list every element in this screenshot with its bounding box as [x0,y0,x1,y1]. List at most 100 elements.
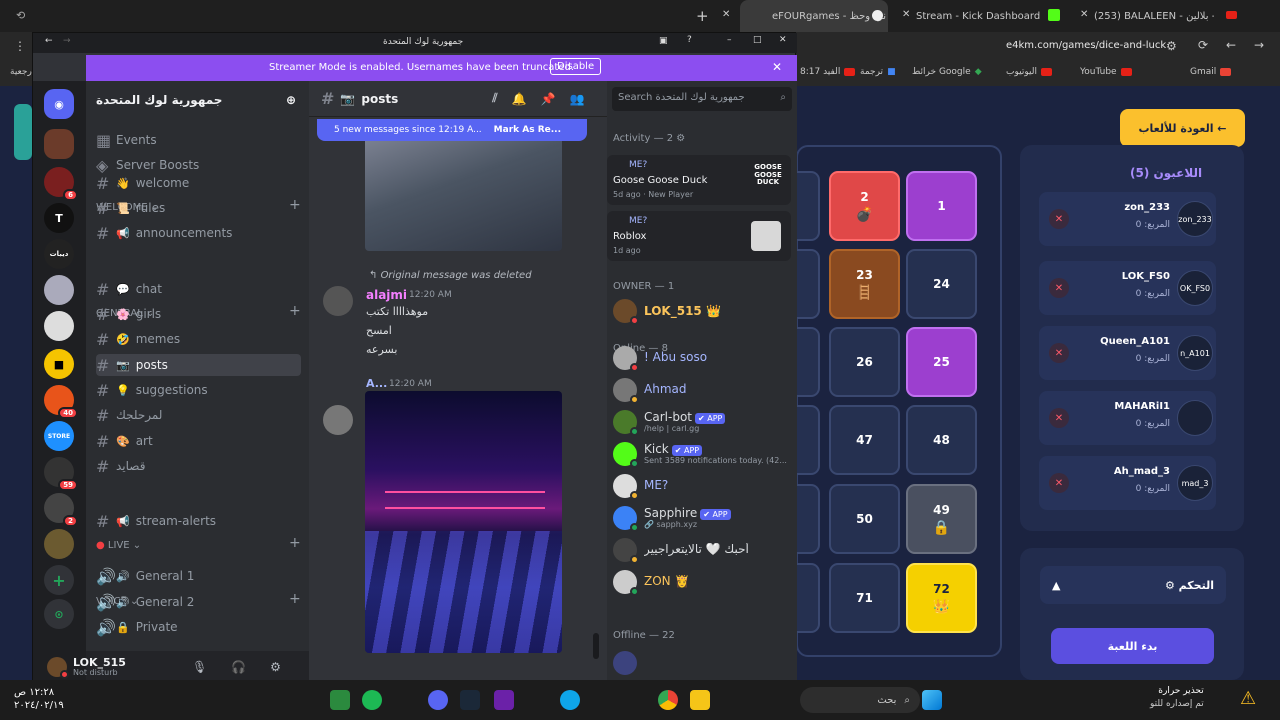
offline-member[interactable] [613,648,791,678]
tab-kick-dashboard[interactable]: Stream - Kick Dashboard [916,0,1056,32]
member-item[interactable]: Kick ✔ APP Sent 3589 notifications today. … [613,439,791,469]
server-header[interactable]: جمهورية لوك المتحدة ⊕ [96,93,296,107]
menu-dots-icon[interactable]: ⋮ [14,39,26,53]
server-icon[interactable] [44,529,74,559]
clock[interactable]: ١٢:٢٨ ص ٢٠٢٤/٠٢/١٩ [14,686,64,712]
server-icon[interactable] [44,129,74,159]
folder-icon[interactable] [690,690,710,710]
reload-icon[interactable]: ⟳ [1198,38,1208,52]
remove-player-icon[interactable]: ✕ [1049,408,1069,428]
steam-icon[interactable] [460,690,480,710]
bookmark-gmail[interactable]: Gmail [1190,67,1232,77]
maximize-button[interactable]: □ [753,35,762,45]
explore-servers-icon[interactable]: ⊙ [44,599,74,629]
bookmark-youtube[interactable]: YouTube [1080,67,1132,77]
windows-start-icon[interactable] [922,690,942,710]
bookmark-youtube-ar[interactable]: اليوتيوب [1006,67,1052,77]
member-item[interactable]: أحبك 🤍 تالايتعراجيير [613,535,791,565]
url-text[interactable]: e4km.com/games/dice-and-luck [1006,40,1166,51]
channel-item[interactable]: 🔊 🔊 General 2 [96,591,301,613]
discord-icon[interactable] [428,690,448,710]
server-icon[interactable]: ■ [44,349,74,379]
channel-item[interactable]: # قصايد [96,455,301,477]
remove-player-icon[interactable]: ✕ [1049,209,1069,229]
member-item[interactable]: Carl-bot ✔ APP/help | carl.gg [613,407,791,437]
channel-item[interactable]: # 💬 chat [96,278,301,300]
server-icon[interactable]: ديبات [44,239,74,269]
forward-arrow-icon[interactable]: → [1254,38,1264,52]
server-icon[interactable]: T [44,203,74,233]
channel-item[interactable]: # لمرحلجك [96,404,301,426]
channel-item[interactable]: # 💡 suggestions [96,379,301,401]
close-tab-icon[interactable]: ✕ [902,9,910,20]
message-author[interactable]: A... [366,377,387,390]
channel-item[interactable]: # 📢 announcements [96,222,301,244]
taskbar-search[interactable]: بحث ⌕ [800,687,920,713]
close-banner-icon[interactable]: ✕ [772,60,782,74]
disable-button[interactable]: Disable [550,58,602,75]
channel-item[interactable]: # 🤣 memes [96,328,301,350]
channel-item[interactable]: # 📢 stream-alerts [96,510,301,532]
channel-item[interactable]: 🔊 🔊 General 1 [96,565,301,587]
heat-warning-notification[interactable]: تحذير حرارة تم إصداره للتو [1150,685,1204,710]
server-icon[interactable]: STORE [44,421,74,451]
back-arrow-icon[interactable]: ← [1226,38,1236,52]
mic-icon[interactable]: 🎙 [192,660,207,674]
close-tab-icon[interactable]: ✕ [722,9,730,20]
pool-image[interactable] [365,141,562,251]
channel-item[interactable]: # 🎨 art [96,430,301,452]
close-window-button[interactable]: ✕ [779,35,787,45]
settings-gear-icon[interactable]: ⚙ [270,660,281,674]
channel-item[interactable]: # 👋 welcome [96,172,301,194]
close-tab-icon[interactable]: ✕ [1080,9,1088,20]
search-box[interactable]: Search جمهورية لوك المتحدة ⌕ [612,87,792,111]
start-game-button[interactable]: بدء اللعبة [1051,628,1214,664]
member-item[interactable]: ZON 👸 [613,567,791,597]
inbox-icon[interactable]: ▣ [659,36,668,46]
app-icon[interactable] [330,690,350,710]
remove-player-icon[interactable]: ✕ [1049,473,1069,493]
member-item[interactable]: Ahmad [613,375,791,405]
back-to-games-button[interactable]: العودة للألعاب ← [1120,109,1245,147]
tab-balaleen[interactable]: (253) BALALEEN - بلالين - BLVXB [1094,0,1214,32]
threads-icon[interactable]: ⫽ [492,91,497,106]
bookmark-maps[interactable]: خرائط Google ◆ [912,67,982,77]
new-tab-button[interactable]: + [696,7,709,25]
minimize-button[interactable]: – [727,35,732,45]
spotify-icon[interactable] [362,690,382,710]
mark-as-read[interactable]: Mark As Re... [494,125,561,135]
bell-icon[interactable]: 🔔 [512,92,527,106]
control-toggle[interactable]: ▲ ⚙ التحكم [1040,566,1226,604]
pin-icon[interactable]: 📌 [541,92,556,106]
author-avatar[interactable] [323,405,353,435]
remove-player-icon[interactable]: ✕ [1049,343,1069,363]
server-icon[interactable] [44,311,74,341]
member-item[interactable]: Sapphire ✔ APP 🔗 sapph.xyz [613,503,791,533]
back-icon[interactable]: ← [45,36,53,46]
channel-item[interactable]: # 🌸 girls [96,303,301,325]
forward-icon[interactable]: → [63,36,71,46]
members-icon[interactable]: 👥 [569,92,584,106]
edge-icon[interactable] [560,690,580,710]
new-messages-bar[interactable]: 5 new messages since 12:19 A... Mark As … [317,119,587,141]
chrome-icon[interactable] [658,690,678,710]
server-icon[interactable]: 40 [44,385,78,419]
member-item[interactable]: ME? [613,471,791,501]
remove-player-icon[interactable]: ✕ [1049,278,1069,298]
activity-card[interactable]: ME? Goose Goose Duck 5d ago · New Player… [607,155,791,205]
add-channel-icon[interactable]: + [289,535,301,551]
author-avatar[interactable] [323,286,353,316]
app-icon[interactable] [494,690,514,710]
user-avatar[interactable] [47,657,69,679]
site-settings-icon[interactable]: ⚙ [1166,39,1177,53]
category-live[interactable]: ● LIVE ⌄ [96,540,141,551]
message-author[interactable]: alajmi [366,288,407,302]
add-member-icon[interactable]: ⊕ [286,93,296,107]
scrollbar[interactable] [593,633,599,659]
headphones-icon[interactable]: 🎧 [231,660,246,674]
channel-item[interactable]: # 📜 rules [96,197,301,219]
tab-efourgames[interactable]: eFOURgames - نرد وحظ [740,0,888,32]
events-item[interactable]: ▦ Events [96,129,301,151]
activity-card[interactable]: ME? Roblox 1d ago [607,211,791,261]
browser-back-corner[interactable]: ⟲ [16,9,25,22]
